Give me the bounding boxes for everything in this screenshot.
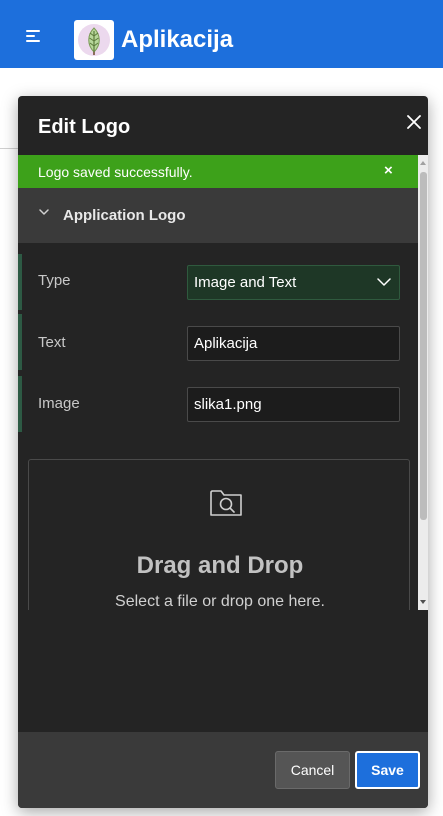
image-input[interactable]: slika1.png (187, 387, 400, 422)
dropzone-title: Drag and Drop (136, 552, 304, 579)
chevron-down-icon (377, 278, 391, 286)
type-label: Type (38, 272, 71, 289)
alert-message: Logo saved successfully. (38, 164, 193, 180)
leaf-logo-icon (74, 20, 114, 60)
page-divider (0, 148, 18, 149)
alert-close-icon[interactable]: × (384, 162, 393, 179)
dialog-body[interactable]: Logo saved successfully. × Application L… (18, 155, 428, 610)
edit-logo-dialog: Edit Logo Logo saved successfully. × App… (18, 96, 428, 808)
folder-search-icon (210, 490, 242, 516)
chevron-down-icon[interactable] (38, 206, 50, 218)
image-label: Image (38, 395, 80, 412)
save-button[interactable]: Save (355, 751, 420, 789)
type-select-value: Image and Text (194, 274, 297, 291)
scroll-down-arrow-icon[interactable] (418, 594, 428, 610)
type-field-marker (18, 254, 22, 310)
dialog-title: Edit Logo (38, 116, 131, 138)
text-input[interactable]: Aplikacija (187, 326, 400, 361)
scrollbar-thumb[interactable] (420, 172, 427, 520)
image-field-marker (18, 376, 22, 432)
app-title[interactable]: Aplikacija (121, 26, 233, 54)
cancel-button[interactable]: Cancel (275, 751, 350, 789)
app-header: Aplikacija (0, 0, 443, 68)
dropzone-subtitle: Select a file or drop one here. (115, 593, 325, 610)
vertical-scrollbar[interactable] (418, 155, 428, 610)
text-label: Text (38, 334, 66, 351)
region-title: Application Logo (63, 207, 186, 224)
hamburger-menu-icon[interactable] (26, 28, 48, 44)
dialog-footer: Cancel Save (18, 732, 428, 808)
file-dropzone[interactable]: Drag and Drop Select a file or drop one … (28, 459, 410, 610)
text-field-marker (18, 314, 22, 370)
type-select[interactable]: Image and Text (187, 265, 400, 300)
scroll-up-arrow-icon[interactable] (418, 155, 428, 171)
close-icon[interactable] (404, 112, 424, 132)
success-alert: Logo saved successfully. × (18, 155, 418, 188)
region-header[interactable]: Application Logo (18, 188, 418, 243)
